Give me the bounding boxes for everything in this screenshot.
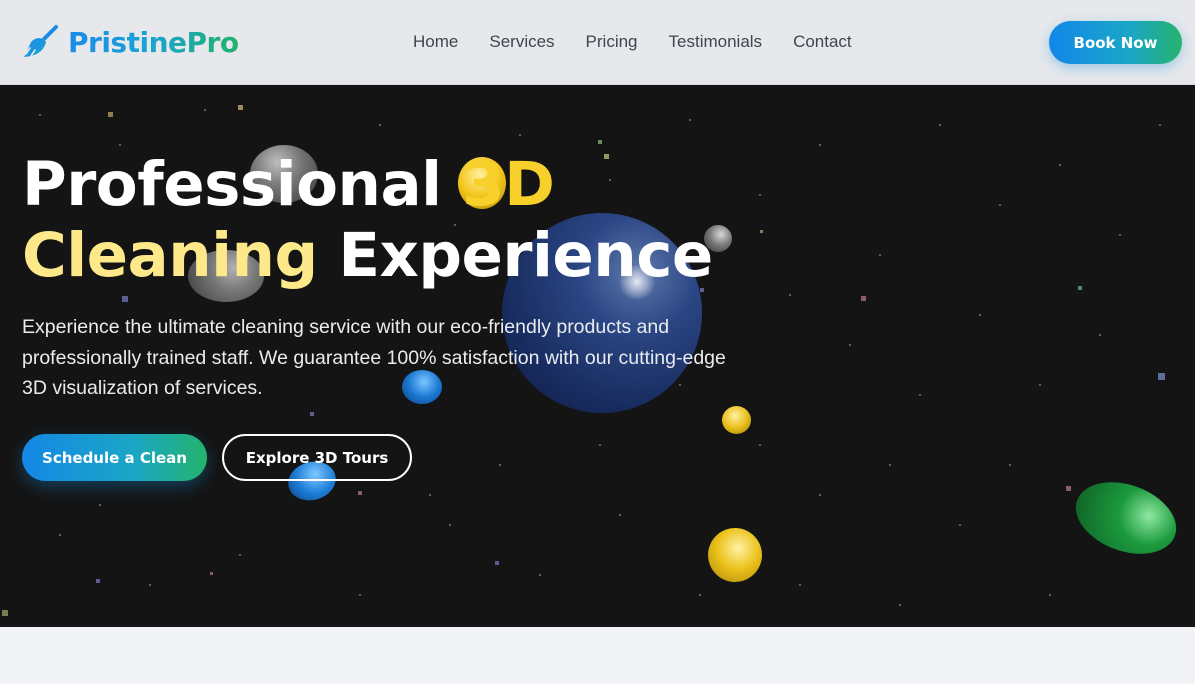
top-navbar: PristinePro Home Services Pricing Testim… <box>0 0 1195 85</box>
yellow-bubble-decoration <box>722 406 751 434</box>
nav-pricing[interactable]: Pricing <box>586 30 638 54</box>
hero-title: Professional 3D Cleaning Experience <box>22 149 742 291</box>
explore-3d-tours-button[interactable]: Explore 3D Tours <box>222 434 412 481</box>
title-accent-cleaning: Cleaning <box>22 220 318 291</box>
nav-home[interactable]: Home <box>413 30 458 54</box>
nav-services[interactable]: Services <box>489 30 554 54</box>
brand-logo[interactable]: PristinePro <box>22 24 239 60</box>
title-accent-3d: 3D <box>462 149 555 220</box>
nav-testimonials[interactable]: Testimonials <box>669 30 763 54</box>
brand-name: PristinePro <box>68 25 239 59</box>
schedule-clean-button[interactable]: Schedule a Clean <box>22 434 207 481</box>
main-nav: Home Services Pricing Testimonials Conta… <box>413 30 883 54</box>
book-now-button[interactable]: Book Now <box>1049 21 1182 64</box>
title-part-1: Professional <box>22 149 463 220</box>
next-section <box>0 627 1195 684</box>
nav-contact[interactable]: Contact <box>793 30 852 54</box>
hero-subtitle: Experience the ultimate cleaning service… <box>22 316 726 399</box>
hero-section: Professional 3D Cleaning Experience Exper… <box>0 85 1195 627</box>
broom-icon <box>24 25 58 57</box>
title-part-2: Experience <box>317 220 713 291</box>
